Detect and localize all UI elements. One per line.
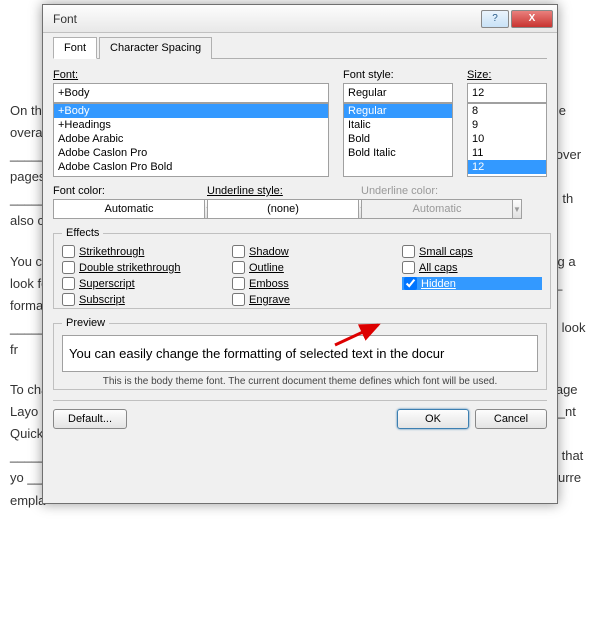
default-button[interactable]: Default...: [53, 409, 127, 429]
strikethrough-checkbox[interactable]: Strikethrough: [62, 245, 202, 258]
style-listbox[interactable]: Regular Italic Bold Bold Italic: [343, 103, 453, 177]
list-item[interactable]: 12: [468, 160, 546, 174]
list-item[interactable]: 11: [468, 146, 546, 160]
close-button[interactable]: X: [511, 10, 553, 28]
underline-color-combo: ▼: [361, 199, 501, 219]
subscript-checkbox[interactable]: Subscript: [62, 293, 202, 306]
list-item[interactable]: Adobe Caslon Pro Bold: [54, 160, 328, 174]
list-item[interactable]: 9: [468, 118, 546, 132]
size-label: Size:: [467, 69, 547, 81]
engrave-checkbox[interactable]: Engrave: [232, 293, 372, 306]
hidden-checkbox[interactable]: Hidden: [402, 277, 542, 290]
underline-style-combo[interactable]: ▼: [207, 199, 347, 219]
effects-legend: Effects: [62, 227, 103, 239]
preview-note: This is the body theme font. The current…: [62, 376, 538, 387]
preview-group: Preview You can easily change the format…: [53, 317, 547, 390]
font-dialog: Font ? X Font Character Spacing Font: +B…: [42, 4, 558, 504]
style-label: Font style:: [343, 69, 453, 81]
size-input[interactable]: [467, 83, 547, 103]
preview-legend: Preview: [62, 317, 109, 329]
titlebar[interactable]: Font ? X: [43, 5, 557, 33]
outline-checkbox[interactable]: Outline: [232, 261, 372, 274]
font-label: Font:: [53, 69, 329, 81]
double-strikethrough-checkbox[interactable]: Double strikethrough: [62, 261, 202, 274]
underline-style-value[interactable]: [207, 199, 359, 219]
tab-character-spacing[interactable]: Character Spacing: [99, 37, 212, 59]
font-listbox[interactable]: +Body +Headings Adobe Arabic Adobe Caslo…: [53, 103, 329, 177]
size-listbox[interactable]: 8 9 10 11 12: [467, 103, 547, 177]
preview-text: You can easily change the formatting of …: [62, 335, 538, 372]
style-input[interactable]: [343, 83, 453, 103]
list-item[interactable]: +Headings: [54, 118, 328, 132]
ok-button[interactable]: OK: [397, 409, 469, 429]
underline-color-value: [361, 199, 513, 219]
list-item[interactable]: Bold: [344, 132, 452, 146]
chevron-down-icon: ▼: [513, 199, 522, 219]
shadow-checkbox[interactable]: Shadow: [232, 245, 372, 258]
list-item[interactable]: Adobe Arabic: [54, 132, 328, 146]
list-item[interactable]: 8: [468, 104, 546, 118]
list-item[interactable]: Bold Italic: [344, 146, 452, 160]
font-color-combo[interactable]: ▼: [53, 199, 193, 219]
help-button[interactable]: ?: [481, 10, 509, 28]
tab-font[interactable]: Font: [53, 37, 97, 59]
font-color-label: Font color:: [53, 185, 193, 197]
dialog-title: Font: [53, 12, 479, 26]
font-color-value[interactable]: [53, 199, 205, 219]
list-item[interactable]: 10: [468, 132, 546, 146]
emboss-checkbox[interactable]: Emboss: [232, 277, 372, 290]
list-item[interactable]: +Body: [54, 104, 328, 118]
underline-style-label: Underline style:: [207, 185, 347, 197]
list-item[interactable]: Adobe Caslon Pro: [54, 146, 328, 160]
cancel-button[interactable]: Cancel: [475, 409, 547, 429]
underline-color-label: Underline color:: [361, 185, 501, 197]
effects-group: Effects Strikethrough Double strikethrou…: [53, 227, 551, 309]
list-item[interactable]: Italic: [344, 118, 452, 132]
superscript-checkbox[interactable]: Superscript: [62, 277, 202, 290]
font-input[interactable]: [53, 83, 329, 103]
list-item[interactable]: Regular: [344, 104, 452, 118]
all-caps-checkbox[interactable]: All caps: [402, 261, 542, 274]
tab-strip: Font Character Spacing: [53, 37, 547, 59]
small-caps-checkbox[interactable]: Small caps: [402, 245, 542, 258]
